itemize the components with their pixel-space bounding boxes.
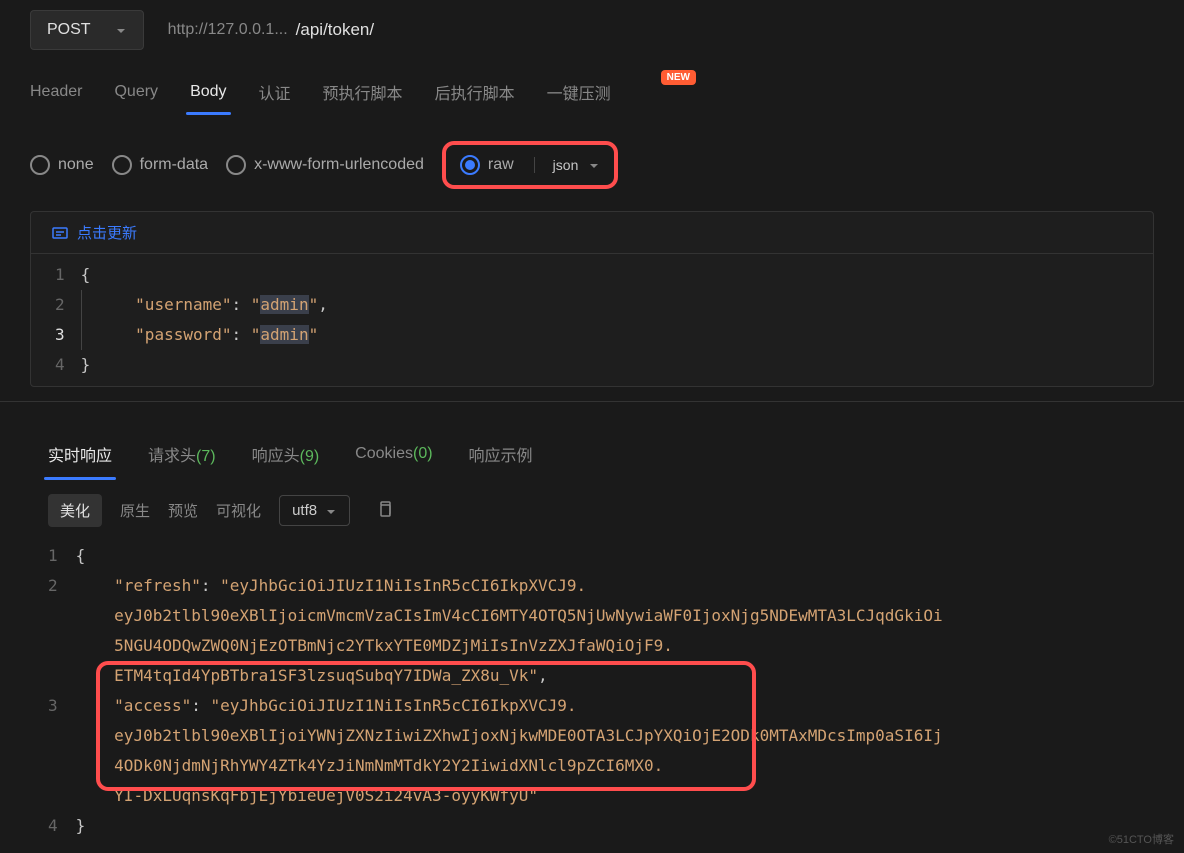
response-body-viewer[interactable]: 1 2 3 4 { "refresh": "eyJhbGciOiJIUzI1Ni…	[0, 537, 1184, 845]
radio-form-data-label: form-data	[140, 156, 208, 174]
tab-body[interactable]: Body	[190, 75, 226, 115]
request-body-editor: 点击更新 1 2 3 4 { "username": "admin", "pas…	[30, 211, 1154, 387]
radio-icon	[30, 155, 50, 175]
http-method-select[interactable]: POST	[30, 10, 144, 50]
radio-raw-label: raw	[488, 156, 514, 174]
count-badge: (7)	[196, 448, 216, 465]
radio-urlencoded[interactable]: x-www-form-urlencoded	[226, 155, 424, 175]
tab-request-headers[interactable]: 请求头(7)	[148, 434, 216, 480]
copy-icon[interactable]	[376, 500, 394, 521]
radio-urlencoded-label: x-www-form-urlencoded	[254, 156, 424, 174]
url-input[interactable]: http://127.0.0.1... /api/token/	[152, 10, 1154, 50]
raw-format-select[interactable]: json	[534, 157, 601, 173]
radio-none[interactable]: none	[30, 155, 94, 175]
response-gutter: 1 2 3 4	[48, 537, 76, 845]
refresh-button[interactable]: 点击更新	[77, 222, 137, 243]
visualize-button[interactable]: 可视化	[216, 500, 261, 521]
tab-realtime-response[interactable]: 实时响应	[48, 434, 112, 480]
url-host: http://127.0.0.1...	[168, 21, 288, 39]
tab-label: Cookies	[355, 445, 413, 462]
tab-label: 响应头	[252, 448, 300, 465]
request-tabs: Header Query Body 认证 预执行脚本 后执行脚本 一键压测 NE…	[0, 60, 1184, 119]
line-gutter: 1 2 3 4	[31, 254, 81, 386]
encoding-label: utf8	[292, 502, 317, 519]
radio-icon-checked	[460, 155, 480, 175]
radio-form-data[interactable]: form-data	[112, 155, 208, 175]
format-label: json	[553, 157, 579, 173]
radio-raw[interactable]: raw	[460, 155, 514, 175]
raw-highlight-group: raw json	[442, 141, 618, 189]
raw-button[interactable]: 原生	[120, 500, 150, 521]
body-type-selector: none form-data x-www-form-urlencoded raw…	[0, 119, 1184, 211]
radio-none-label: none	[58, 156, 94, 174]
tab-response-headers[interactable]: 响应头(9)	[252, 434, 320, 480]
method-label: POST	[47, 21, 91, 39]
refresh-icon	[51, 224, 69, 242]
preview-button[interactable]: 预览	[168, 500, 198, 521]
response-tabs: 实时响应 请求头(7) 响应头(9) Cookies(0) 响应示例	[0, 416, 1184, 480]
tab-auth[interactable]: 认证	[259, 72, 291, 118]
watermark: ©51CTO博客	[1109, 831, 1174, 847]
encoding-select[interactable]: utf8	[279, 495, 350, 526]
tab-load-test-label: 一键压测	[547, 86, 611, 103]
tab-post-script[interactable]: 后执行脚本	[435, 72, 515, 118]
tab-load-test[interactable]: 一键压测 NEW	[547, 72, 611, 118]
tab-cookies[interactable]: Cookies(0)	[355, 437, 432, 477]
tab-pre-script[interactable]: 预执行脚本	[323, 72, 403, 118]
tab-query[interactable]: Query	[114, 75, 158, 115]
new-badge: NEW	[661, 70, 696, 85]
tab-response-example[interactable]: 响应示例	[469, 434, 533, 480]
response-toolbar: 美化 原生 预览 可视化 utf8	[0, 480, 1184, 537]
count-badge: (9)	[300, 448, 320, 465]
chevron-down-icon	[588, 159, 600, 171]
count-badge: (0)	[413, 445, 433, 462]
radio-icon	[226, 155, 246, 175]
code-editor[interactable]: 1 2 3 4 { "username": "admin", "password…	[31, 254, 1153, 386]
tab-label: 请求头	[148, 448, 196, 465]
url-path: /api/token/	[296, 20, 374, 40]
chevron-down-icon	[325, 505, 337, 517]
chevron-down-icon	[115, 24, 127, 36]
code-content: { "username": "admin", "password": "admi…	[81, 254, 1153, 386]
tab-header[interactable]: Header	[30, 75, 82, 115]
response-content: { "refresh": "eyJhbGciOiJIUzI1NiIsInR5cC…	[76, 537, 1184, 845]
editor-toolbar: 点击更新	[31, 212, 1153, 254]
beautify-button[interactable]: 美化	[48, 494, 102, 527]
radio-icon	[112, 155, 132, 175]
